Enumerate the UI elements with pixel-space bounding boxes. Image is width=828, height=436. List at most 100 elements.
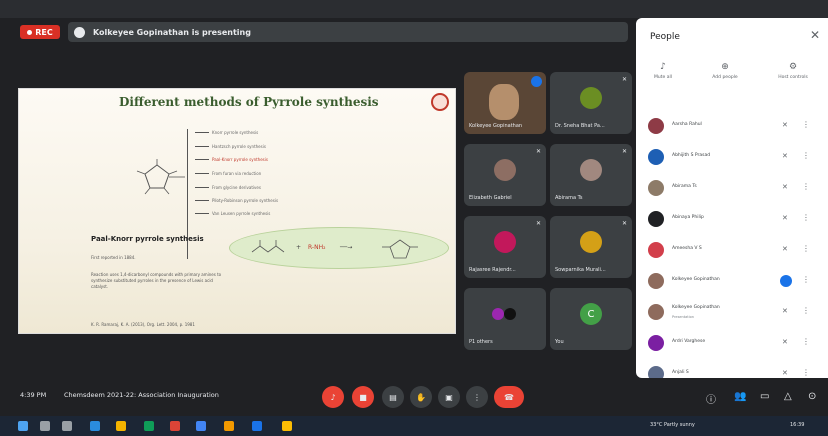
mic-off-icon[interactable]: ✕ bbox=[782, 152, 788, 160]
avatar bbox=[648, 273, 664, 289]
more-vert-icon[interactable]: ⋮ bbox=[802, 151, 810, 160]
product-pyrrole-icon bbox=[382, 239, 418, 259]
participant-tile[interactable]: ✕ Sowparnika Murali... bbox=[550, 216, 632, 278]
mic-off-icon[interactable]: ✕ bbox=[782, 307, 788, 315]
lock-button[interactable]: ⊙ bbox=[808, 391, 816, 402]
participant-name: Abinaya Philip bbox=[672, 215, 704, 220]
mic-off-icon[interactable]: ✕ bbox=[782, 121, 788, 129]
more-vert-icon[interactable]: ⋮ bbox=[802, 368, 810, 377]
chat-button[interactable]: ▭ bbox=[760, 391, 769, 402]
participant-row[interactable]: Abirama Ts ✕ ⋮ bbox=[648, 178, 820, 200]
weather-widget[interactable]: 33°C Partly sunny bbox=[650, 422, 695, 428]
end-call-button[interactable]: ☎ bbox=[494, 386, 524, 408]
activities-button[interactable]: △ bbox=[784, 391, 792, 402]
present-button[interactable]: ▣ bbox=[438, 386, 460, 408]
meet-window: REC Kolkeyee Gopinathan is presenting Di… bbox=[0, 0, 828, 436]
avatar bbox=[648, 335, 664, 351]
avatar bbox=[492, 308, 504, 321]
app-icon[interactable] bbox=[282, 421, 292, 431]
participant-row[interactable]: Ardri Varghese ✕ ⋮ bbox=[648, 333, 820, 355]
participant-tile[interactable]: ✕ Dr. Sneha Bhat Pa... bbox=[550, 72, 632, 134]
store-icon[interactable] bbox=[144, 421, 154, 431]
windows-start-icon[interactable] bbox=[18, 421, 28, 431]
add-people-button[interactable]: ⊕ Add people bbox=[700, 62, 750, 80]
system-clock[interactable]: 16:39 bbox=[790, 422, 804, 428]
participant-row[interactable]: Ameesha V S ✕ ⋮ bbox=[648, 240, 820, 262]
mic-toggle-button[interactable]: ♪ bbox=[322, 386, 344, 408]
mic-off-icon[interactable]: ✕ bbox=[782, 369, 788, 377]
meeting-name: Chemsdeem 2021-22: Association Inaugurat… bbox=[64, 391, 219, 399]
people-button[interactable]: 👥 bbox=[734, 391, 746, 402]
participant-row[interactable]: Abhijith S Prasad ✕ ⋮ bbox=[648, 147, 820, 169]
chrome-icon[interactable] bbox=[170, 421, 180, 431]
method-item: Piloty-Robinson pyrrole synthesis bbox=[195, 197, 278, 203]
more-vert-icon[interactable]: ⋮ bbox=[802, 213, 810, 222]
host-controls-button[interactable]: ⚙ Host controls bbox=[768, 62, 818, 80]
participant-tile[interactable]: ✕ Rajasree Rajendr... bbox=[464, 216, 546, 278]
mic-off-icon: ✕ bbox=[621, 220, 627, 227]
raise-hand-button[interactable]: ✋ bbox=[410, 386, 432, 408]
participant-video bbox=[489, 84, 519, 120]
participant-row[interactable]: Kolkeyee Gopinathan Presentation ✕ ⋮ bbox=[648, 302, 820, 324]
mic-off-icon[interactable]: ✕ bbox=[782, 214, 788, 222]
mic-off-icon[interactable]: ✕ bbox=[782, 338, 788, 346]
search-icon[interactable] bbox=[40, 421, 50, 431]
participant-tile[interactable]: ✕ Elizabeth Gabriel bbox=[464, 144, 546, 206]
presenting-banner[interactable]: Kolkeyee Gopinathan is presenting bbox=[68, 22, 628, 42]
mail-icon[interactable] bbox=[196, 421, 206, 431]
people-panel: People ✕ ♪ Mute all ⊕ Add people ⚙ Host … bbox=[636, 18, 828, 382]
close-icon[interactable]: ✕ bbox=[810, 28, 820, 42]
more-vert-icon[interactable]: ⋮ bbox=[802, 182, 810, 191]
more-vert-icon[interactable]: ⋮ bbox=[802, 275, 810, 284]
add-people-icon: ⊕ bbox=[721, 62, 729, 72]
slide-bullet: Reaction uses 1,4-dicarbonyl compounds w… bbox=[91, 272, 222, 289]
more-vert-icon[interactable]: ⋮ bbox=[802, 244, 810, 253]
mic-off-icon[interactable]: ✕ bbox=[782, 245, 788, 253]
participant-name: Kolkeyee Gopinathan bbox=[469, 123, 523, 129]
participant-tile[interactable]: P1 others bbox=[464, 288, 546, 350]
participant-tile[interactable]: C You bbox=[550, 288, 632, 350]
participant-row[interactable]: Kolkeyee Gopinathan ⋮ bbox=[648, 271, 820, 293]
slide-reference: K. R. Ramaraj, K. A. (2013), Org. Lett. … bbox=[91, 322, 195, 327]
mic-off-icon[interactable]: ✕ bbox=[782, 183, 788, 191]
method-item: Van Leusen pyrrole synthesis bbox=[195, 210, 270, 216]
panel-title: People bbox=[650, 32, 680, 42]
mic-off-icon: ✕ bbox=[621, 76, 627, 83]
info-button[interactable]: ⓘ bbox=[706, 391, 716, 406]
avatar bbox=[504, 308, 516, 321]
camera-toggle-button[interactable]: ■ bbox=[352, 386, 374, 408]
participant-row[interactable]: Abinaya Philip ✕ ⋮ bbox=[648, 209, 820, 231]
participant-name: Anjali S bbox=[672, 370, 689, 375]
slide-bullet: First reported in 1884. bbox=[91, 255, 136, 260]
avatar bbox=[648, 180, 664, 196]
file-explorer-icon[interactable] bbox=[116, 421, 126, 431]
method-item: Knorr pyrrole synthesis bbox=[195, 129, 258, 135]
slide-title: Different methods of Pyrrole synthesis bbox=[119, 95, 379, 109]
captions-icon: ▤ bbox=[389, 392, 397, 402]
more-vert-icon[interactable]: ⋮ bbox=[802, 120, 810, 129]
more-vert-icon[interactable]: ⋮ bbox=[802, 306, 810, 315]
avatar bbox=[580, 159, 602, 182]
participant-name: Ardri Varghese bbox=[672, 339, 706, 344]
method-item: Paal-Knorr pyrrole synthesis bbox=[195, 156, 268, 162]
record-dot-icon bbox=[27, 29, 33, 35]
participant-row[interactable]: Aarsha Rahul ✕ ⋮ bbox=[648, 116, 820, 138]
method-item: From glycine derivatives bbox=[195, 184, 261, 190]
app-icon[interactable] bbox=[224, 421, 234, 431]
more-vert-icon[interactable]: ⋮ bbox=[802, 337, 810, 346]
participant-name: Kolkeyee Gopinathan bbox=[672, 277, 720, 282]
participant-tile[interactable]: Kolkeyee Gopinathan bbox=[464, 72, 546, 134]
meeting-controls-bar: 4:39 PM Chemsdeem 2021-22: Association I… bbox=[0, 378, 828, 416]
task-view-icon[interactable] bbox=[62, 421, 72, 431]
mic-off-icon: ✕ bbox=[621, 148, 627, 155]
app-icon[interactable] bbox=[252, 421, 262, 431]
participant-tile[interactable]: ✕ Abirama Ts bbox=[550, 144, 632, 206]
avatar bbox=[494, 231, 516, 254]
method-item: From furan via reduction bbox=[195, 170, 261, 176]
captions-button[interactable]: ▤ bbox=[382, 386, 404, 408]
more-options-button[interactable]: ⋮ bbox=[466, 386, 488, 408]
mute-all-button[interactable]: ♪ Mute all bbox=[638, 62, 688, 80]
windows-taskbar: 33°C Partly sunny 16:39 bbox=[0, 416, 828, 436]
edge-browser-icon[interactable] bbox=[90, 421, 100, 431]
participant-name: You bbox=[555, 339, 564, 345]
